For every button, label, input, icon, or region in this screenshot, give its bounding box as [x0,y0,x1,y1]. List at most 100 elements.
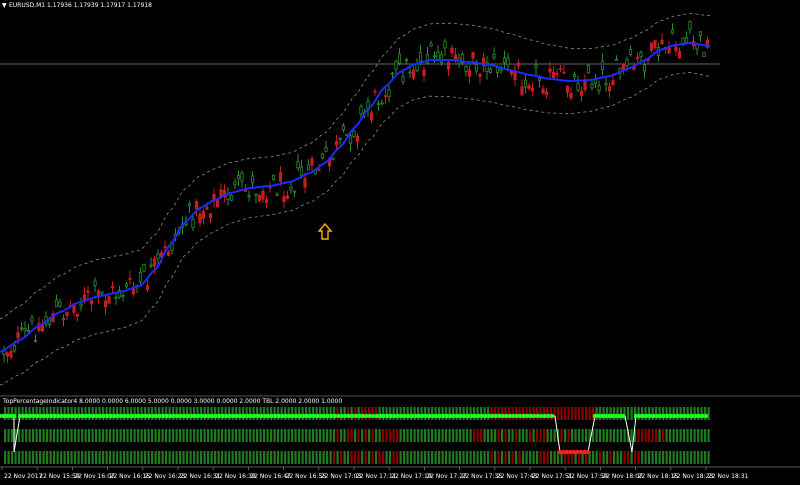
indicator-bar [385,451,388,464]
indicator-bar [259,451,262,464]
indicator-bar [571,429,574,442]
indicator-bar [707,407,710,420]
indicator-bar [504,429,507,442]
indicator-bar [602,429,605,442]
indicator-bar [350,451,353,464]
indicator-bar [217,451,220,464]
collapse-arrow-icon[interactable]: ▼ [2,2,7,9]
indicator-bar [686,451,689,464]
candle [229,194,234,201]
indicator-bar [406,451,409,464]
indicator-bar [550,451,553,464]
indicator-bar [263,451,266,464]
indicator-bar [56,429,59,442]
indicator-bar [249,429,252,442]
indicator-bar [98,451,101,464]
indicator-bar [266,451,269,464]
indicator-bar [609,451,612,464]
indicator-bar [46,429,49,442]
indicator-bar [518,451,521,464]
indicator-bar [707,429,710,442]
indicator-bar [151,429,154,442]
indicator-bar [529,451,532,464]
indicator-bar [196,451,199,464]
indicator-bar [25,451,28,464]
indicator-bar [70,429,73,442]
indicator-bar [245,451,248,464]
indicator-bar [326,429,329,442]
indicator-bar [473,451,476,464]
indicator-bar [88,451,91,464]
indicator-bar [403,429,406,442]
indicator-bar [392,429,395,442]
indicator-bar [602,451,605,464]
indicator-bar [154,429,157,442]
indicator-bar [630,429,633,442]
indicator-bar [557,407,560,420]
indicator-bar [595,451,598,464]
indicator-bar [658,429,661,442]
indicator-bar [665,429,668,442]
indicator-bar [406,429,409,442]
indicator-bar [301,451,304,464]
indicator-bar [214,451,217,464]
indicator-bar [179,451,182,464]
indicator-bar [459,429,462,442]
indicator-bar [284,429,287,442]
indicator-bar [294,451,297,464]
indicator-bar [438,429,441,442]
indicator-bar [119,451,122,464]
indicator-bar [340,429,343,442]
indicator-bar [21,451,24,464]
indicator-bar [413,451,416,464]
indicator-bar [161,429,164,442]
indicator-dot [703,413,709,419]
indicator-bar [256,451,259,464]
indicator-bar [203,451,206,464]
indicator-bar [28,451,31,464]
indicator-bar [452,451,455,464]
indicator-bar [613,407,616,420]
chart-canvas[interactable]: ▼ EURUSD,M1 1.17936 1.17939 1.17917 1.17… [0,0,800,485]
indicator-bar [501,429,504,442]
indicator-bar [231,451,234,464]
indicator-bar [305,429,308,442]
indicator-bar [462,429,465,442]
indicator-bar [105,451,108,464]
indicator-bar [564,429,567,442]
indicator-bar [63,451,66,464]
indicator-bar [599,429,602,442]
indicator-bar [679,429,682,442]
indicator-bar [662,429,665,442]
indicator-bar [620,451,623,464]
indicator-bar [543,451,546,464]
indicator-bar [487,429,490,442]
indicator-bar [46,451,49,464]
indicator-bar [238,451,241,464]
indicator-bar [137,451,140,464]
indicator-bar [595,429,598,442]
indicator-bar [690,429,693,442]
indicator-bar [672,429,675,442]
indicator-bar [592,451,595,464]
indicator-bar [648,451,651,464]
indicator-bar [147,429,150,442]
indicator-bar [438,451,441,464]
indicator-bar [683,429,686,442]
indicator-bar [193,429,196,442]
indicator-bar [655,429,658,442]
indicator-bar [511,429,514,442]
indicator-bar [483,429,486,442]
indicator-bar [543,429,546,442]
indicator-bar [676,451,679,464]
indicator-bar [273,451,276,464]
indicator-bar [18,429,21,442]
indicator-dot [585,449,591,455]
indicator-bar [662,451,665,464]
indicator-bar [95,451,98,464]
indicator-bar [326,451,329,464]
indicator-bar [354,451,357,464]
indicator-bar [102,451,105,464]
indicator-bar [4,429,7,442]
indicator-bar [501,451,504,464]
